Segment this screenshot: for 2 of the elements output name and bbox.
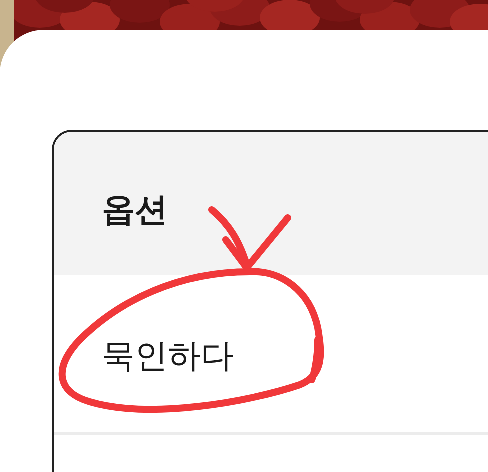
table-cell-text: 묵인하다 xyxy=(102,335,234,377)
column-header: 옵션 xyxy=(102,189,168,231)
